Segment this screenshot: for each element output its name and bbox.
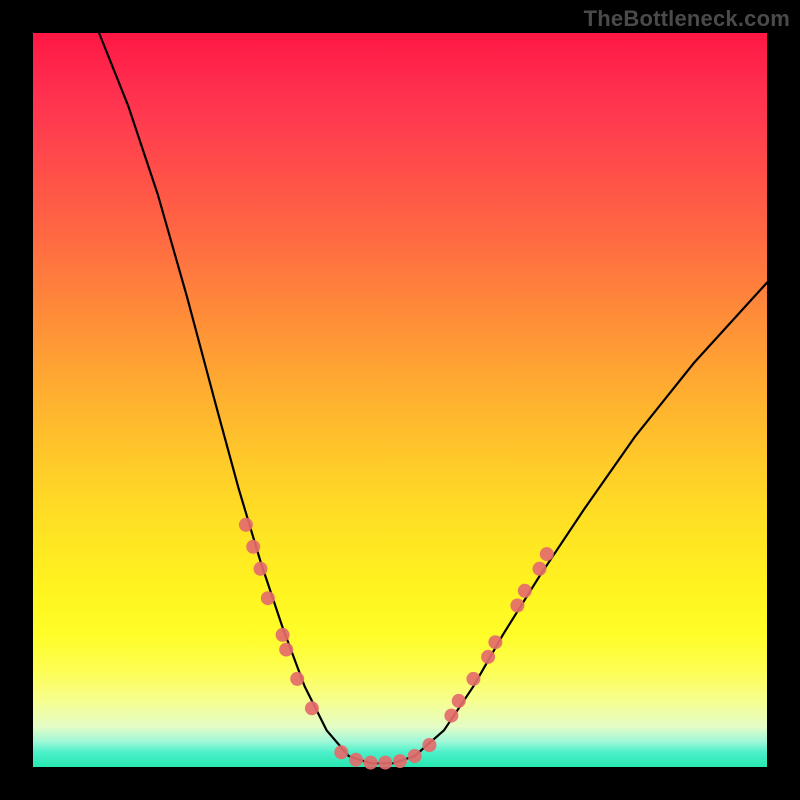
- data-marker: [481, 650, 495, 664]
- data-marker: [349, 753, 363, 767]
- data-marker: [239, 518, 253, 532]
- data-marker: [518, 584, 532, 598]
- watermark-text: TheBottleneck.com: [584, 6, 790, 32]
- data-marker: [540, 547, 554, 561]
- chart-outer-frame: TheBottleneck.com: [0, 0, 800, 800]
- data-marker: [290, 672, 304, 686]
- data-marker: [334, 745, 348, 759]
- data-marker: [393, 754, 407, 768]
- data-marker: [510, 599, 524, 613]
- data-marker: [261, 591, 275, 605]
- data-marker: [444, 709, 458, 723]
- data-marker: [422, 738, 436, 752]
- data-marker: [488, 635, 502, 649]
- data-marker: [378, 756, 392, 770]
- data-marker: [276, 628, 290, 642]
- chart-svg: [33, 33, 767, 767]
- marker-group: [239, 518, 554, 770]
- data-marker: [305, 701, 319, 715]
- data-marker: [466, 672, 480, 686]
- bottleneck-curve: [99, 33, 767, 763]
- chart-plot-area: [33, 33, 767, 767]
- data-marker: [452, 694, 466, 708]
- data-marker: [364, 756, 378, 770]
- data-marker: [279, 643, 293, 657]
- data-marker: [533, 562, 547, 576]
- data-marker: [246, 540, 260, 554]
- data-marker: [408, 749, 422, 763]
- data-marker: [254, 562, 268, 576]
